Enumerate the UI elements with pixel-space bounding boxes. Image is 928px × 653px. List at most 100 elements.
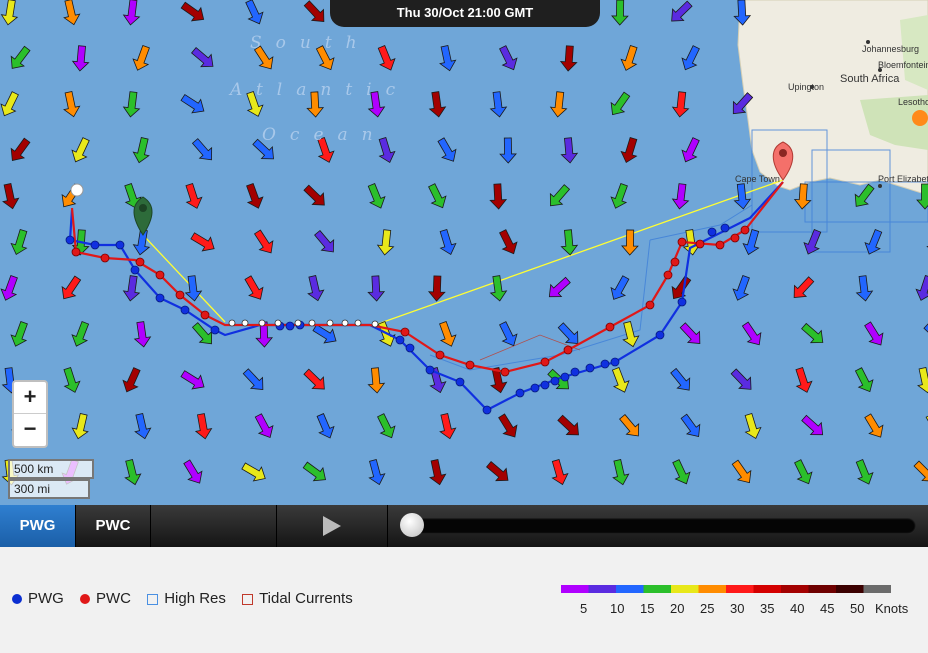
legend-item-pwg[interactable]: PWG [12,590,70,607]
scale-tick-label: 35 [760,601,775,616]
scale-tick-label: 10 [610,601,625,616]
wind-arrow-icon [428,183,447,209]
wind-arrow-icon [917,367,928,394]
route-point [670,257,680,267]
route-point [530,383,540,393]
timeline-thumb[interactable] [400,513,424,537]
city-dot-bloemfontein [878,68,882,72]
place-upington: Upington [788,82,824,92]
wind-arrow-icon [485,461,509,482]
place-bloemfontein: Bloemfontein [878,60,928,70]
playback-controls: PWG PWC [0,505,928,547]
wind-arrow-icon [744,413,762,440]
route-point [540,357,550,367]
wind-arrow-icon [122,367,141,393]
route-point [326,319,334,327]
zoom-in-button[interactable]: + [14,382,46,414]
route-point [100,253,110,263]
ocean-label-south: South [250,33,371,53]
wind-arrow-icon [855,459,874,485]
wind-arrow-icon [191,322,213,345]
wind-arrow-icon [377,413,396,439]
scale-tick-label: 5 [580,601,588,616]
route-point [585,363,595,373]
wind-arrow-icon [439,45,457,72]
wind-arrow-icon [10,321,28,347]
route-point [115,240,125,250]
wind-arrow-icon [671,183,690,210]
scale-swatch [781,585,809,593]
route-point [228,319,236,327]
wind-arrow-icon [489,91,508,118]
wind-arrow-icon [621,229,639,256]
wind-arrow-icon [194,413,213,440]
wind-arrow-icon [244,275,264,300]
route-point [180,305,190,315]
tidal-square-icon [242,593,254,605]
wind-arrow-icon [0,0,19,26]
wind-arrow-icon [560,137,579,164]
tab-pwg[interactable]: PWG [0,505,76,547]
city-dot-johannesburg [866,40,870,44]
scale-tick-label: 45 [820,601,835,616]
scale-tick-label: 40 [790,601,805,616]
wind-map[interactable]: South Atlantic Ocean Johannesburg South … [0,0,928,505]
wind-arrow-icon [610,91,631,116]
route-point [645,300,655,310]
pwg-dot-icon [12,594,22,605]
route-point [294,319,302,327]
wind-arrow-icon [63,0,81,26]
wind-arrow-icon [793,276,815,298]
legend-item-pwc[interactable]: PWC [80,590,137,607]
scale-tick-label: 15 [640,601,655,616]
wind-arrow-icon [10,229,28,256]
wind-arrow-icon [314,229,335,253]
wind-arrow-icon [437,137,457,162]
route-point [175,290,185,300]
wind-arrow-icon [680,413,701,438]
wind-color-scale [561,585,891,593]
wind-arrow-icon [368,459,386,486]
wind-arrow-icon [132,45,150,71]
wind-arrow-icon [622,321,640,348]
scale-swatch [836,585,864,593]
wind-arrow-icon [557,414,579,436]
wind-arrow-icon [377,45,396,71]
wind-arrow-icon [0,275,18,301]
timeline-track[interactable] [400,518,916,534]
scale-tick-label: 20 [670,601,685,616]
wind-arrow-icon [549,184,571,207]
wind-arrow-icon [619,413,640,437]
wind-arrow-icon [429,459,447,486]
scale-mi: 300 mi [8,479,90,499]
legend-item-tidal[interactable]: Tidal Currents [242,590,359,607]
scale-swatch [808,585,837,593]
wind-arrow-icon [855,275,874,302]
pwc-route [70,181,784,374]
wind-arrow-icon [10,45,31,69]
wind-arrow-icon [10,137,31,162]
route-point [600,359,610,369]
scale-unit-label: Knots [875,601,909,616]
route-point [605,322,615,332]
legend-item-high-res[interactable]: High Res [147,590,232,607]
play-icon[interactable] [277,505,388,547]
wind-arrow-icon [124,459,142,486]
city-dot-upington [810,85,814,89]
wind-arrow-icon [741,321,762,346]
route-point [425,365,435,375]
tab-pwc[interactable]: PWC [76,505,151,547]
wind-arrow-icon [439,321,457,347]
wind-arrow-icon [915,275,928,301]
route-point [610,357,620,367]
route-point [274,319,282,327]
wind-arrow-icon [303,184,325,206]
wind-arrow-icon [180,370,205,390]
place-south-africa: South Africa [840,73,900,85]
scale-swatch [643,585,672,593]
wind-arrow-icon [246,183,264,209]
zoom-out-button[interactable]: − [14,414,46,446]
wind-arrow-icon [499,137,517,164]
wind-arrow-icon [427,275,446,302]
scale-swatch [753,585,782,593]
